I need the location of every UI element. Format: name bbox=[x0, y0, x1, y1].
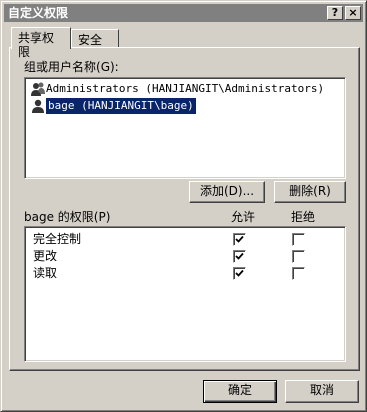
close-button[interactable]: × bbox=[345, 6, 361, 20]
check-icon bbox=[235, 252, 244, 260]
tab-share-permissions[interactable]: 共享权限 bbox=[11, 27, 71, 59]
permission-name: 更改 bbox=[33, 249, 58, 263]
deny-checkbox[interactable] bbox=[292, 267, 305, 280]
user-name: Administrators (HANJIANGIT\Administrator… bbox=[46, 82, 325, 95]
user-name: bage (HANJIANGIT\bage) bbox=[46, 98, 196, 114]
allow-checkbox[interactable] bbox=[233, 250, 246, 263]
allow-header: 允许 bbox=[231, 210, 256, 224]
tab-panel: 组或用户名称(G): Administrators (HANJIANGIT\Ad… bbox=[9, 47, 360, 371]
users-section-label: 组或用户名称(G): bbox=[24, 60, 119, 74]
allow-checkbox[interactable] bbox=[233, 267, 246, 280]
permissions-list: 完全控制 更改 读取 bbox=[24, 226, 346, 362]
users-listbox[interactable]: Administrators (HANJIANGIT\Administrator… bbox=[24, 77, 346, 179]
allow-checkbox[interactable] bbox=[233, 233, 246, 246]
user-icon bbox=[32, 99, 44, 113]
permissions-dialog: 自定义权限 ? × 共享权限 安全 组或用户名称(G): Administrat… bbox=[0, 0, 367, 412]
check-icon bbox=[235, 235, 244, 243]
users-label-text: 组或用户名称 bbox=[24, 60, 97, 74]
deny-checkbox[interactable] bbox=[292, 250, 305, 263]
window-title: 自定义权限 bbox=[8, 6, 69, 20]
permission-name: 读取 bbox=[33, 266, 58, 280]
tab-label: 安全 bbox=[78, 33, 103, 47]
permissions-label: bage 的权限(P) bbox=[24, 210, 111, 224]
remove-button[interactable]: 删除(R) bbox=[274, 181, 346, 203]
list-item[interactable]: Administrators (HANJIANGIT\Administrator… bbox=[28, 81, 342, 97]
cancel-button[interactable]: 取消 bbox=[285, 380, 359, 403]
add-button[interactable]: 添加(D)... bbox=[189, 181, 265, 203]
tab-security[interactable]: 安全 bbox=[71, 29, 119, 49]
deny-header: 拒绝 bbox=[291, 210, 316, 224]
check-icon bbox=[235, 269, 244, 277]
permission-name: 完全控制 bbox=[33, 232, 82, 246]
ok-button[interactable]: 确定 bbox=[203, 380, 277, 403]
deny-checkbox[interactable] bbox=[292, 233, 305, 246]
title-bar[interactable]: 自定义权限 ? × bbox=[4, 4, 363, 22]
help-button[interactable]: ? bbox=[327, 6, 343, 20]
permission-row: 读取 bbox=[33, 265, 335, 282]
user-group-icon bbox=[31, 82, 45, 96]
list-item-selected[interactable]: bage (HANJIANGIT\bage) bbox=[28, 98, 342, 114]
permission-row: 更改 bbox=[33, 248, 335, 265]
users-label-accel: (G): bbox=[96, 60, 119, 74]
permission-row: 完全控制 bbox=[33, 231, 335, 248]
